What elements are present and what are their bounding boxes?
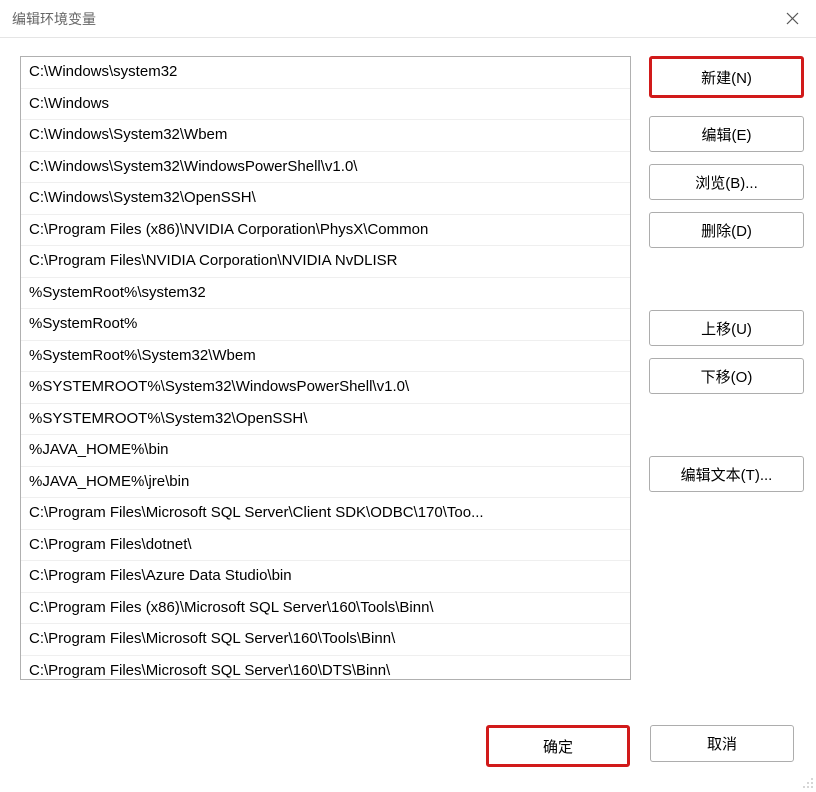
list-item[interactable]: %JAVA_HOME%\jre\bin — [21, 467, 630, 499]
list-item[interactable]: C:\Windows\System32\OpenSSH\ — [21, 183, 630, 215]
close-button[interactable] — [768, 0, 816, 38]
window-title: 编辑环境变量 — [12, 9, 96, 29]
list-item[interactable]: C:\Program Files\Microsoft SQL Server\Cl… — [21, 498, 630, 530]
list-item[interactable]: C:\Windows\system32 — [21, 57, 630, 89]
side-button-column: 新建(N) 编辑(E) 浏览(B)... 删除(D) 上移(U) 下移(O) 编… — [649, 56, 804, 680]
move-up-button[interactable]: 上移(U) — [649, 310, 804, 346]
edit-text-button[interactable]: 编辑文本(T)... — [649, 456, 804, 492]
spacer — [649, 260, 804, 298]
list-item[interactable]: %SystemRoot% — [21, 309, 630, 341]
path-list[interactable]: C:\Windows\system32 C:\Windows C:\Window… — [21, 57, 630, 679]
browse-button[interactable]: 浏览(B)... — [649, 164, 804, 200]
list-item[interactable]: C:\Program Files\Microsoft SQL Server\16… — [21, 624, 630, 656]
list-item[interactable]: C:\Program Files (x86)\Microsoft SQL Ser… — [21, 593, 630, 625]
move-down-button[interactable]: 下移(O) — [649, 358, 804, 394]
resize-grip[interactable] — [800, 775, 814, 789]
close-icon — [786, 12, 799, 25]
edit-button[interactable]: 编辑(E) — [649, 116, 804, 152]
list-item[interactable]: C:\Windows\System32\Wbem — [21, 120, 630, 152]
list-item[interactable]: C:\Program Files\Microsoft SQL Server\16… — [21, 656, 630, 680]
list-item[interactable]: C:\Program Files\dotnet\ — [21, 530, 630, 562]
list-item[interactable]: C:\Windows — [21, 89, 630, 121]
list-item[interactable]: %SYSTEMROOT%\System32\WindowsPowerShell\… — [21, 372, 630, 404]
path-list-container: C:\Windows\system32 C:\Windows C:\Window… — [20, 56, 631, 680]
list-item[interactable]: %SystemRoot%\system32 — [21, 278, 630, 310]
list-item[interactable]: %SYSTEMROOT%\System32\OpenSSH\ — [21, 404, 630, 436]
list-item[interactable]: %JAVA_HOME%\bin — [21, 435, 630, 467]
list-item[interactable]: C:\Program Files\Azure Data Studio\bin — [21, 561, 630, 593]
list-item[interactable]: %SystemRoot%\System32\Wbem — [21, 341, 630, 373]
list-item[interactable]: C:\Program Files (x86)\NVIDIA Corporatio… — [21, 215, 630, 247]
list-item[interactable]: C:\Windows\System32\WindowsPowerShell\v1… — [21, 152, 630, 184]
cancel-button[interactable]: 取消 — [650, 725, 794, 762]
titlebar: 编辑环境变量 — [0, 0, 816, 38]
new-button[interactable]: 新建(N) — [649, 56, 804, 98]
ok-button[interactable]: 确定 — [486, 725, 630, 767]
dialog-footer: 确定 取消 — [486, 725, 794, 773]
dialog-content: C:\Windows\system32 C:\Windows C:\Window… — [0, 38, 816, 680]
spacer — [649, 406, 804, 444]
list-item[interactable]: C:\Program Files\NVIDIA Corporation\NVID… — [21, 246, 630, 278]
delete-button[interactable]: 删除(D) — [649, 212, 804, 248]
